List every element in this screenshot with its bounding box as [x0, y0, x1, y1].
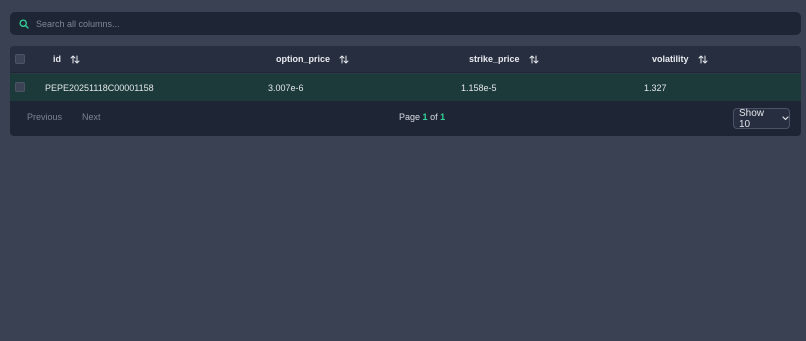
search-bar[interactable]	[10, 12, 801, 35]
chevron-down-icon	[782, 116, 789, 121]
select-all-checkbox[interactable]	[15, 54, 25, 64]
column-header-id[interactable]: id	[53, 46, 80, 72]
cell-strike-price: 1.158e-5	[461, 82, 497, 93]
total-pages: 1	[440, 112, 446, 122]
sort-arrows-icon[interactable]	[529, 55, 539, 64]
sort-arrows-icon[interactable]	[339, 55, 349, 64]
cell-volatility: 1.327	[644, 82, 667, 93]
pagination-bar: Previous Next Page 1 of 1 Show 10	[10, 101, 801, 136]
cell-id: PEPE20251118C00001158	[45, 82, 154, 93]
page-prefix: Page	[399, 112, 421, 122]
data-table: id option_price strike_price volatility …	[10, 46, 801, 136]
table-row[interactable]: PEPE20251118C00001158 3.007e-6 1.158e-5 …	[10, 73, 801, 101]
search-icon	[19, 18, 29, 29]
table-header-row: id option_price strike_price volatility	[10, 46, 801, 72]
column-header-label: option_price	[276, 54, 331, 64]
column-header-label: volatility	[652, 54, 689, 64]
column-header-strike-price[interactable]: strike_price	[469, 46, 539, 72]
column-header-volatility[interactable]: volatility	[652, 46, 708, 72]
sort-arrows-icon[interactable]	[70, 55, 80, 64]
current-page: 1	[422, 112, 428, 122]
page-indicator: Page 1 of 1	[399, 112, 445, 122]
column-header-label: id	[53, 54, 61, 64]
search-input[interactable]	[36, 18, 776, 29]
column-header-option-price[interactable]: option_price	[276, 46, 349, 72]
page-size-label: Show 10	[739, 107, 765, 130]
page-size-select[interactable]: Show 10	[733, 107, 790, 130]
next-button[interactable]: Next	[82, 112, 101, 122]
sort-arrows-icon[interactable]	[698, 55, 708, 64]
cell-option-price: 3.007e-6	[268, 82, 304, 93]
column-header-label: strike_price	[469, 54, 520, 64]
previous-button[interactable]: Previous	[27, 112, 62, 122]
row-checkbox[interactable]	[15, 82, 25, 92]
page-of-label: of	[430, 112, 438, 122]
